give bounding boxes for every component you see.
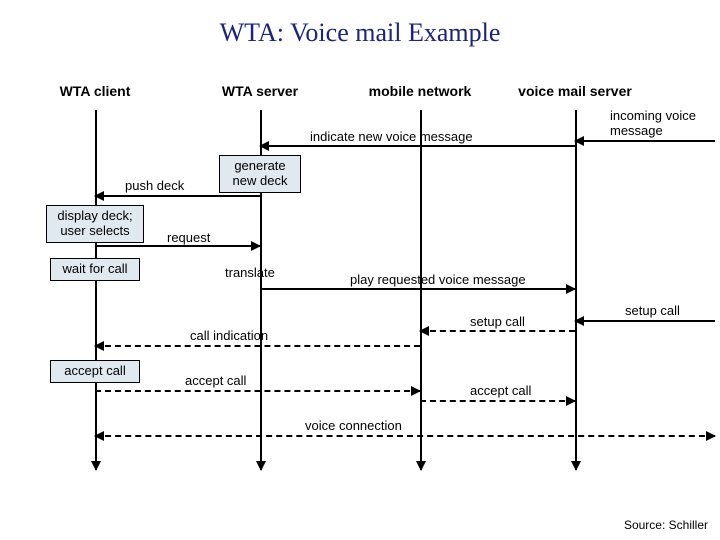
box-display: display deck; user selects (46, 205, 144, 243)
lifeline-mobile (420, 110, 422, 470)
label-setup1: setup call (625, 303, 680, 318)
label-setup2: setup call (470, 314, 525, 329)
arrow-setup1 (575, 320, 715, 322)
arrow-indicate (260, 145, 575, 147)
arrow-voiceconn (95, 435, 715, 437)
page-title: WTA: Voice mail Example (0, 0, 720, 48)
label-push: push deck (125, 178, 184, 193)
arrow-push (95, 195, 260, 197)
label-acceptcall2: accept call (470, 383, 531, 398)
label-play: play requested voice message (350, 272, 526, 287)
lane-server: WTA server (222, 83, 298, 99)
lane-client: WTA client (60, 83, 131, 99)
box-wait: wait for call (50, 258, 140, 281)
sequence-diagram: WTA client WTA server mobile network voi… (0, 70, 720, 490)
arrow-request (95, 245, 260, 247)
box-accept: accept call (50, 360, 140, 383)
label-acceptcall1: accept call (185, 373, 246, 388)
arrow-acceptcall2 (420, 400, 575, 402)
box-generate: generate new deck (219, 155, 301, 193)
label-incoming: incoming voice message (610, 108, 696, 138)
label-translate: translate (225, 265, 275, 280)
label-voiceconn: voice connection (305, 418, 402, 433)
source-label: Source: Schiller (624, 518, 708, 532)
arrow-callind (95, 345, 420, 347)
label-request: request (167, 230, 210, 245)
lane-voicemail: voice mail server (518, 83, 632, 99)
arrow-setup2 (420, 330, 575, 332)
arrow-play (260, 288, 575, 290)
arrow-acceptcall1 (95, 390, 420, 392)
label-indicate: indicate new voice message (310, 129, 473, 144)
lifeline-client (95, 110, 97, 470)
arrow-incoming (575, 140, 715, 142)
lane-mobile: mobile network (369, 83, 472, 99)
label-callind: call indication (190, 328, 268, 343)
